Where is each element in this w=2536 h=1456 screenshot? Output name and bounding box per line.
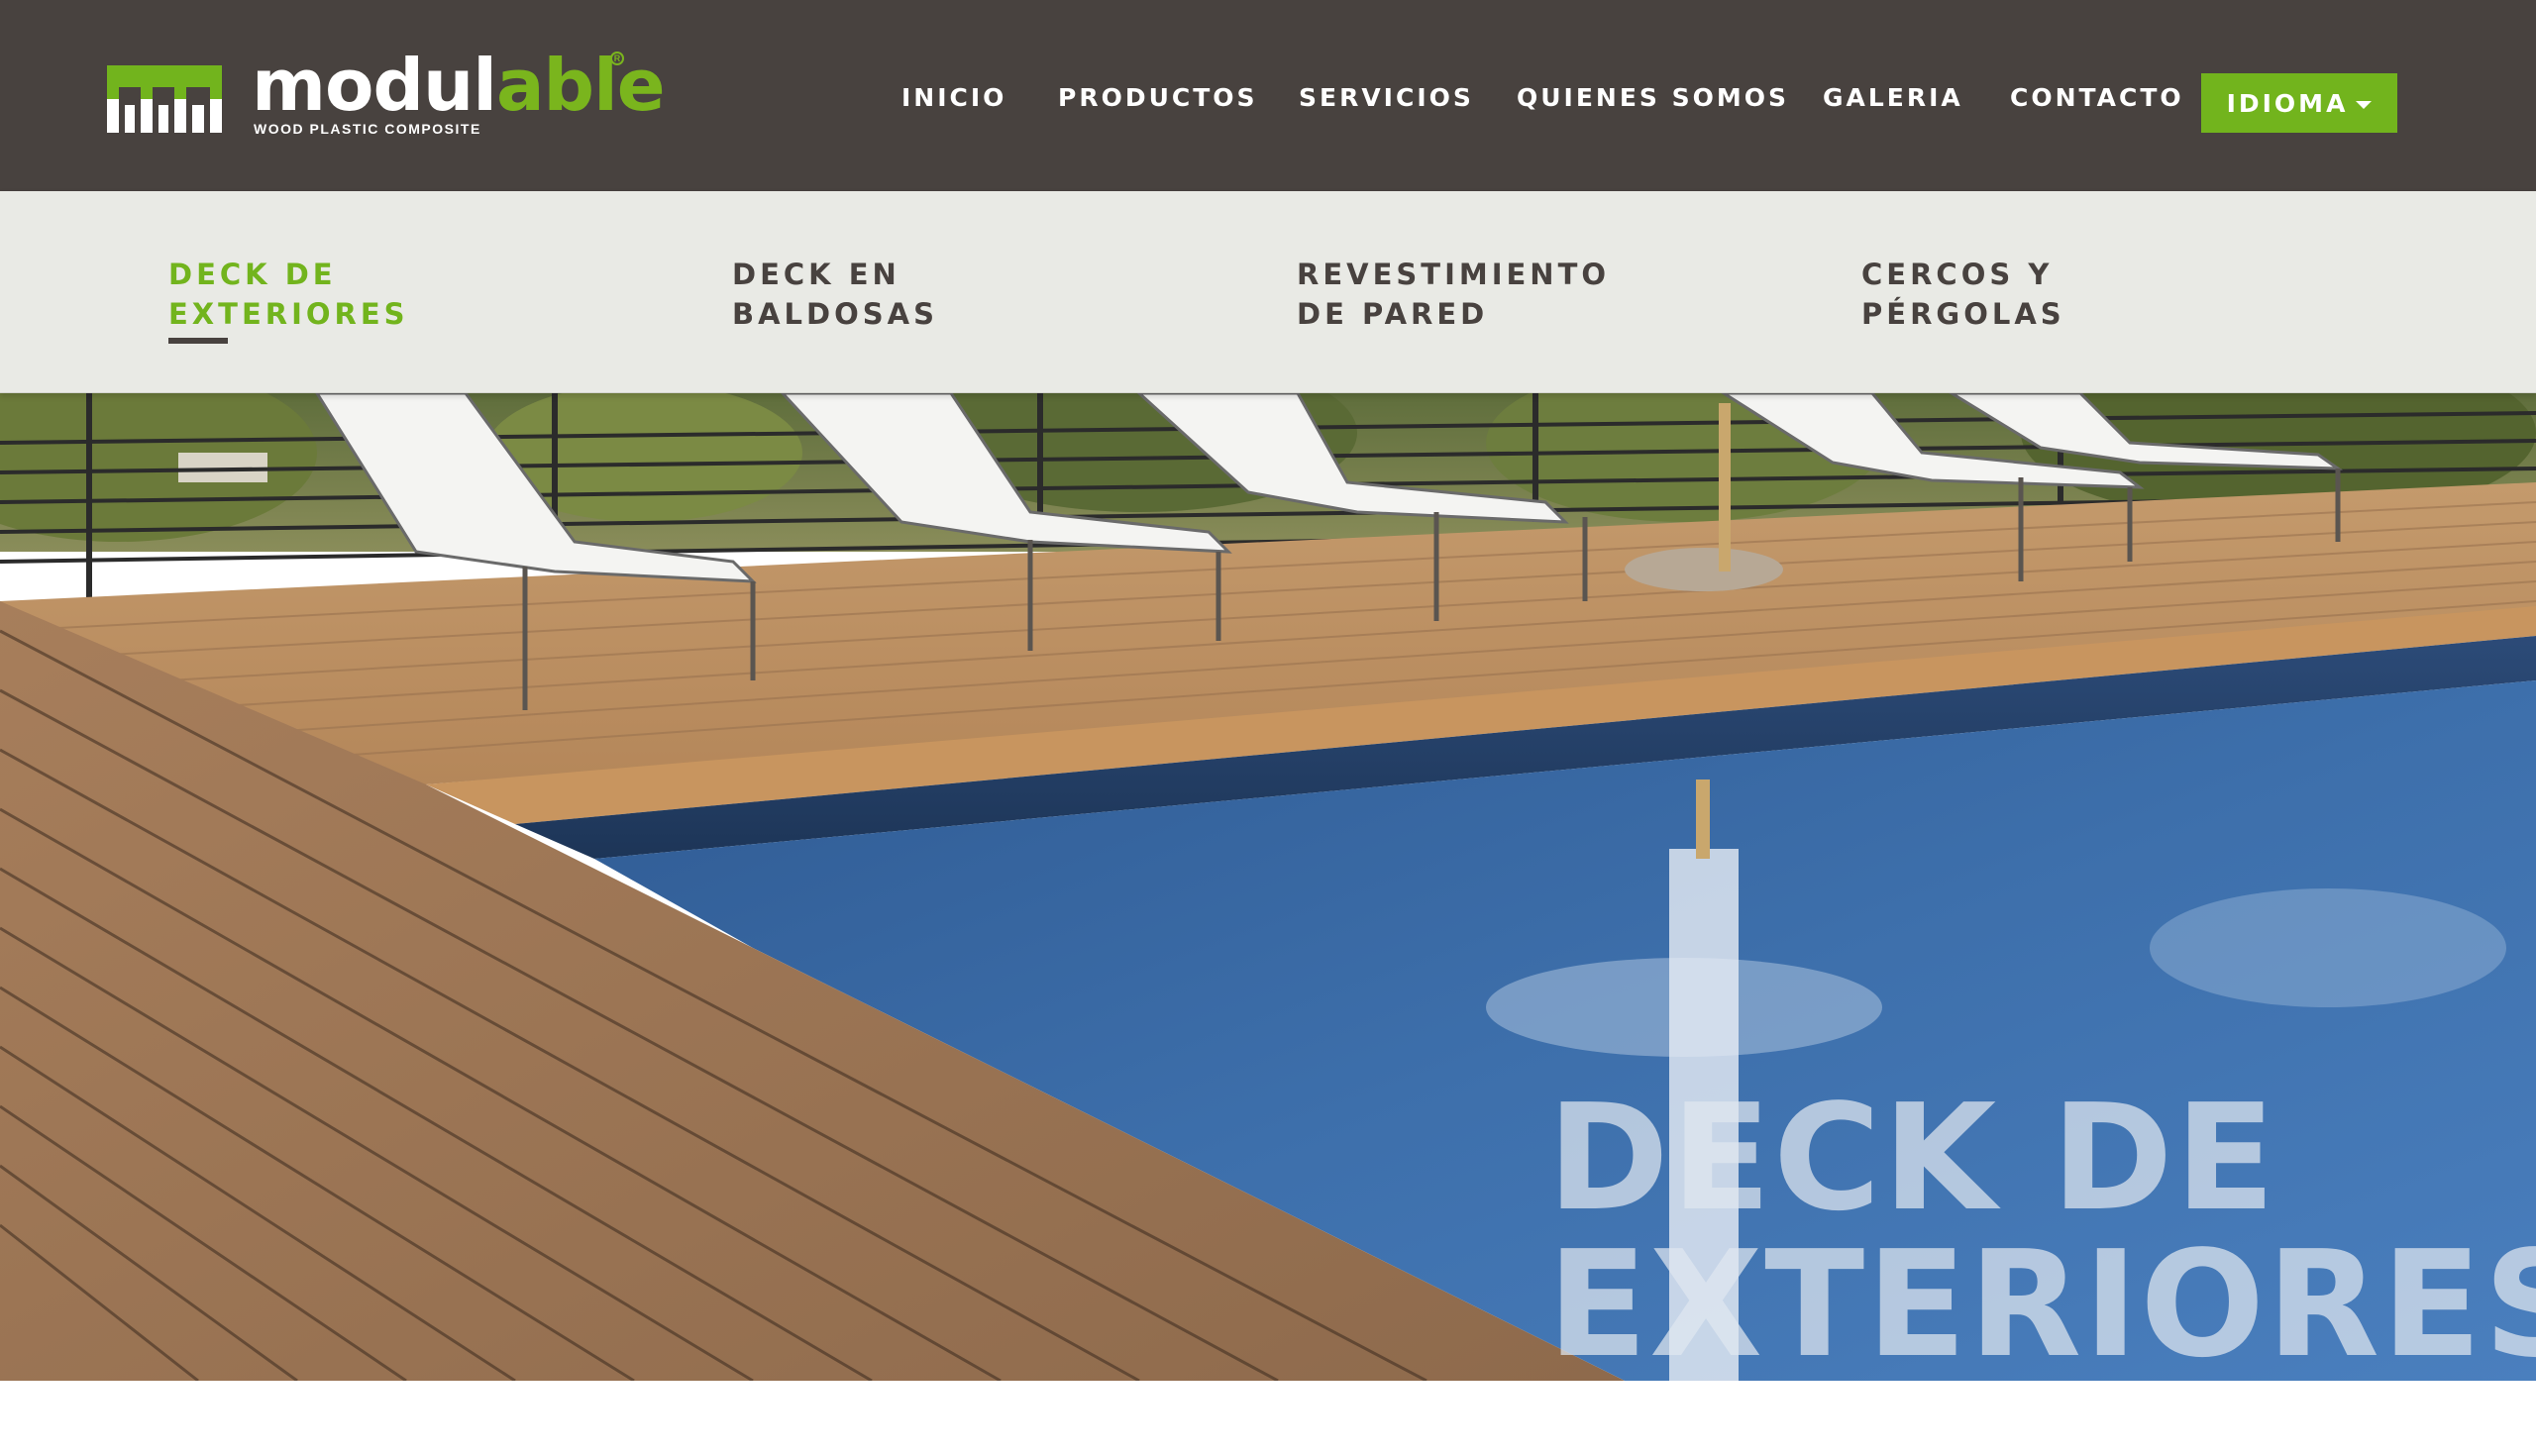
subnav-label-line1: CERCOS Y <box>1861 258 2054 291</box>
active-indicator <box>168 338 228 344</box>
nav-quienes-somos[interactable]: QUIENES SOMOS <box>1517 83 1789 112</box>
site-header: modulable R WOOD PLASTIC COMPOSITE INICI… <box>0 0 2536 191</box>
hero-title: DECK DE EXTERIORES <box>1547 1085 2536 1378</box>
hero-banner: DECK DE EXTERIORES <box>0 393 2536 1381</box>
subnav-deck-exteriores[interactable]: DECK DE EXTERIORES <box>168 255 485 334</box>
brand-tagline: WOOD PLASTIC COMPOSITE <box>254 121 481 137</box>
language-button-label: IDIOMA <box>2226 88 2349 118</box>
nav-contacto[interactable]: CONTACTO <box>2010 83 2184 112</box>
logo-mark-icon <box>107 65 222 133</box>
nav-galeria[interactable]: GALERIA <box>1823 83 1963 112</box>
brand-wordmark: modulable <box>252 44 666 127</box>
subnav-deck-baldosas[interactable]: DECK EN BALDOSAS <box>732 255 1049 334</box>
caret-down-icon <box>2356 101 2373 109</box>
subnav-label-line2: DE PARED <box>1297 297 1489 331</box>
subnav-revestimiento-pared[interactable]: REVESTIMIENTO DE PARED <box>1297 255 1614 334</box>
brand-logo[interactable]: modulable R WOOD PLASTIC COMPOSITE <box>107 46 666 139</box>
subnav-label-line1: DECK EN <box>732 258 900 291</box>
nav-productos[interactable]: PRODUCTOS <box>1058 83 1258 112</box>
subnav-label-line1: REVESTIMIENTO <box>1297 258 1611 291</box>
nav-inicio[interactable]: INICIO <box>901 83 1006 112</box>
nav-servicios[interactable]: SERVICIOS <box>1299 83 1474 112</box>
language-dropdown-button[interactable]: IDIOMA <box>2201 73 2397 133</box>
subnav-cercos-pergolas[interactable]: CERCOS Y PÉRGOLAS <box>1861 255 2178 334</box>
registered-mark: R <box>610 52 624 65</box>
subnav-label-line2: PÉRGOLAS <box>1861 297 2065 331</box>
products-subnav: DECK DE EXTERIORES DECK EN BALDOSAS REVE… <box>0 191 2536 393</box>
subnav-label-line2: BALDOSAS <box>732 297 938 331</box>
hero-title-line1: DECK DE <box>1547 1073 2277 1243</box>
subnav-label-line2: EXTERIORES <box>168 297 409 331</box>
subnav-label-line1: DECK DE <box>168 258 337 291</box>
hero-title-line2: EXTERIORES <box>1547 1219 2536 1381</box>
